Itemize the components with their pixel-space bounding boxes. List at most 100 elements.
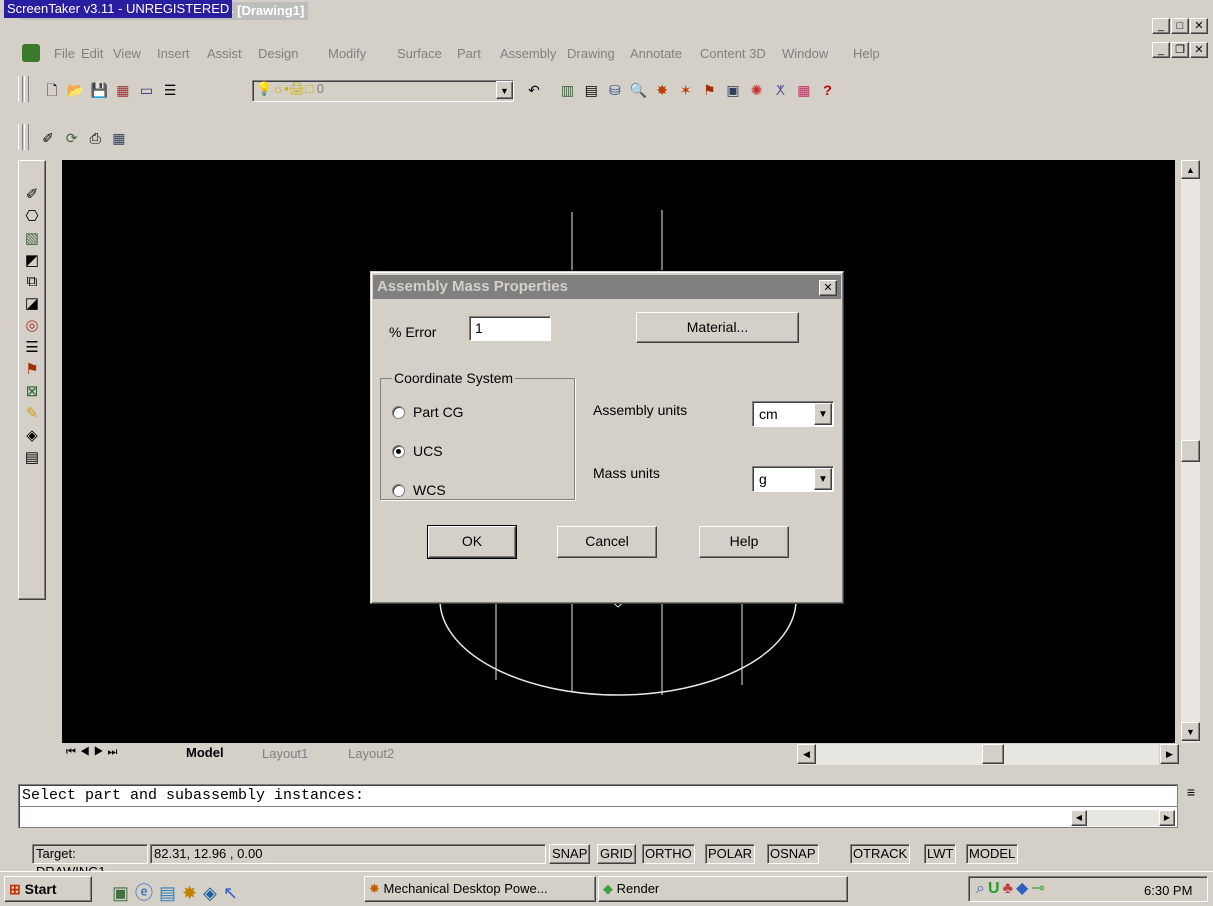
error-input[interactable]: 1: [469, 316, 551, 341]
search-icon[interactable]: 🔍: [629, 80, 649, 100]
network-icon[interactable]: ⊸: [1031, 880, 1047, 897]
tab-layout1[interactable]: Layout1: [262, 746, 308, 761]
command-scrollbar[interactable]: ◀ ▶: [1071, 810, 1175, 826]
tab-nav-arrows[interactable]: ⏮◀▶⏭: [66, 746, 121, 759]
menu-help[interactable]: Help: [853, 46, 880, 61]
profile-icon[interactable]: ⎔: [25, 207, 38, 225]
assembly-icon[interactable]: ⚑: [699, 80, 719, 100]
scene-icon[interactable]: ✺: [747, 80, 767, 100]
help-icon[interactable]: ?: [818, 80, 838, 100]
scroll-right-icon[interactable]: ▶: [1159, 810, 1175, 826]
pattern-icon[interactable]: ⚑: [25, 360, 38, 378]
scroll-left-icon[interactable]: ◀: [797, 744, 816, 764]
display-icon[interactable]: ▭: [137, 80, 157, 100]
revolve-icon[interactable]: ◩: [25, 251, 39, 269]
scroll-thumb[interactable]: [1181, 440, 1200, 462]
toolbar-grip[interactable]: [18, 124, 23, 150]
tray-icon[interactable]: ♣: [1003, 880, 1017, 897]
sketch-icon[interactable]: ✐: [26, 185, 39, 203]
u-icon[interactable]: U: [988, 880, 1003, 897]
toggle-polar[interactable]: POLAR: [705, 844, 756, 864]
splitter-icon[interactable]: ≡: [1182, 784, 1200, 802]
view-icon[interactable]: ◈: [26, 426, 38, 444]
menu-assist[interactable]: Assist: [207, 46, 242, 61]
open-folder-icon[interactable]: 📂: [66, 80, 86, 100]
radio-label[interactable]: Part CG: [413, 404, 464, 420]
browser-icon[interactable]: ⓔ: [135, 883, 159, 903]
split-icon[interactable]: ⊠: [26, 382, 39, 400]
sketch-icon[interactable]: ✐: [38, 128, 58, 148]
messenger-icon[interactable]: ◆: [1016, 880, 1031, 897]
catalog-icon[interactable]: ▣: [723, 80, 743, 100]
scroll-up-icon[interactable]: ▲: [1181, 160, 1200, 179]
hole-icon[interactable]: ◎: [25, 316, 38, 334]
chevron-down-icon[interactable]: ▼: [496, 81, 513, 99]
menu-content-3d[interactable]: Content 3D: [700, 46, 766, 61]
task-render[interactable]: ◆ Render: [598, 876, 848, 902]
app-icon[interactable]: ▤: [159, 883, 182, 903]
database-icon[interactable]: ⛁: [605, 80, 625, 100]
explode-icon[interactable]: ✸: [652, 80, 672, 100]
doc-restore-button[interactable]: ❐: [1171, 42, 1189, 58]
plot-icon[interactable]: ▦: [113, 80, 133, 100]
toggle-ortho[interactable]: ORTHO: [642, 844, 695, 864]
trail-icon[interactable]: ▦: [794, 80, 814, 100]
mass-units-select[interactable]: g ▼: [752, 466, 834, 492]
magnifier-icon[interactable]: ⌕: [976, 880, 988, 897]
hscroll-thumb[interactable]: [982, 744, 1004, 764]
menu-surface[interactable]: Surface: [397, 46, 442, 61]
chevron-down-icon[interactable]: ▼: [814, 468, 832, 490]
save-icon[interactable]: 💾: [89, 80, 109, 100]
app-icon[interactable]: [22, 44, 40, 62]
properties-icon[interactable]: ▤: [581, 80, 601, 100]
close-button[interactable]: ✕: [1190, 18, 1208, 34]
edit-feature-icon[interactable]: ✎: [26, 404, 39, 422]
vertical-scrollbar[interactable]: ▲ ▼: [1181, 160, 1200, 743]
toggle-grid[interactable]: GRID: [597, 844, 636, 864]
extrude-icon[interactable]: ▧: [25, 229, 39, 247]
menu-drawing[interactable]: Drawing: [567, 46, 615, 61]
fillet-icon[interactable]: ◪: [25, 294, 39, 312]
radio-part-cg[interactable]: [392, 406, 405, 419]
assembly-units-select[interactable]: cm ▼: [752, 401, 834, 427]
grid-icon[interactable]: ▦: [109, 128, 129, 148]
doc-close-button[interactable]: ✕: [1190, 42, 1208, 58]
scroll-left-icon[interactable]: ◀: [1071, 810, 1087, 826]
cancel-button[interactable]: Cancel: [557, 526, 657, 558]
browser-icon[interactable]: ▤: [25, 448, 39, 466]
radio-ucs[interactable]: [392, 445, 405, 458]
app-icon[interactable]: ✸: [182, 883, 203, 903]
menu-design[interactable]: Design: [258, 46, 298, 61]
menu-insert[interactable]: Insert: [157, 46, 190, 61]
material-button[interactable]: Material...: [636, 312, 799, 343]
menu-file[interactable]: File: [54, 46, 75, 61]
update-icon[interactable]: ▥: [558, 80, 578, 100]
app-icon[interactable]: ◈: [203, 883, 223, 903]
constraint-icon[interactable]: ✶: [676, 80, 696, 100]
scroll-right-icon[interactable]: ▶: [1160, 744, 1179, 764]
tweak-icon[interactable]: ⵅ: [770, 80, 790, 100]
start-button[interactable]: ⊞ Start: [4, 876, 92, 902]
toggle-snap[interactable]: SNAP: [549, 844, 591, 864]
menu-modify[interactable]: Modify: [328, 46, 366, 61]
sweep-icon[interactable]: ⧉: [27, 273, 38, 290]
ok-button[interactable]: OK: [427, 525, 517, 559]
radio-label[interactable]: WCS: [413, 482, 446, 498]
toggle-model[interactable]: MODEL: [966, 844, 1019, 864]
horizontal-scrollbar[interactable]: ◀: [797, 744, 1159, 765]
toolbar-grip[interactable]: [18, 76, 23, 102]
toggle-lwt[interactable]: LWT: [924, 844, 957, 864]
help-button[interactable]: Help: [699, 526, 789, 558]
desktop-icon[interactable]: ▣: [112, 883, 135, 903]
toggle-osnap[interactable]: OSNAP: [767, 844, 819, 864]
rotate-icon[interactable]: ⟳: [62, 128, 82, 148]
chevron-down-icon[interactable]: ▼: [814, 403, 832, 425]
tab-layout2[interactable]: Layout2: [348, 746, 394, 761]
toggle-otrack[interactable]: OTRACK: [850, 844, 911, 864]
scroll-down-icon[interactable]: ▼: [1181, 722, 1200, 741]
task-mechanical-desktop[interactable]: ✸ Mechanical Desktop Powe...: [364, 876, 596, 902]
new-file-icon[interactable]: 🗋: [42, 80, 62, 100]
tab-model[interactable]: Model: [186, 745, 224, 760]
toolbar-grip[interactable]: [24, 76, 29, 102]
menu-window[interactable]: Window: [782, 46, 828, 61]
